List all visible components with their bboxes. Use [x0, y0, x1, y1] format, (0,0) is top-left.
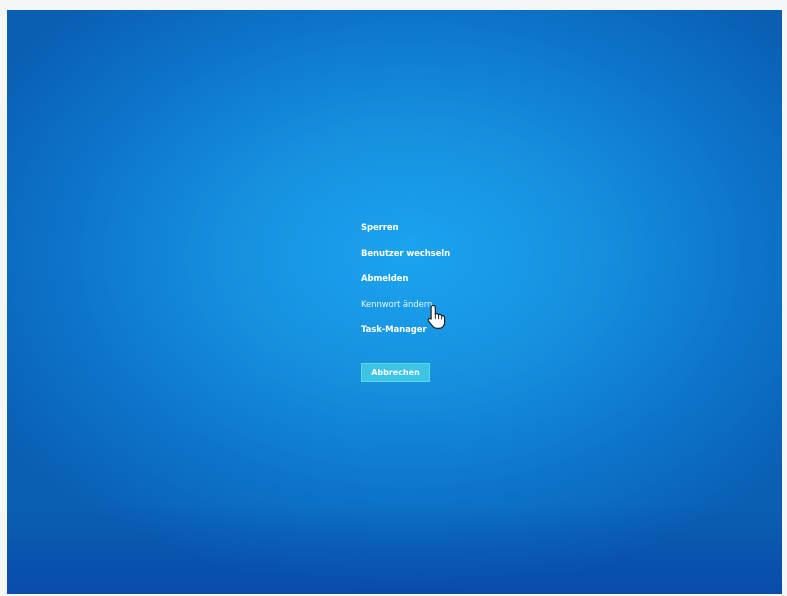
hand-pointer-icon	[427, 304, 446, 329]
option-switch-user[interactable]: Benutzer wechseln	[361, 245, 450, 271]
cancel-button[interactable]: Abbrechen	[361, 363, 430, 382]
option-lock[interactable]: Sperren	[361, 219, 450, 245]
ctrl-alt-del-screen: Sperren Benutzer wechseln Abmelden Kennw…	[7, 10, 782, 594]
photo-frame: Sperren Benutzer wechseln Abmelden Kennw…	[0, 0, 787, 596]
option-sign-out[interactable]: Abmelden	[361, 270, 450, 296]
